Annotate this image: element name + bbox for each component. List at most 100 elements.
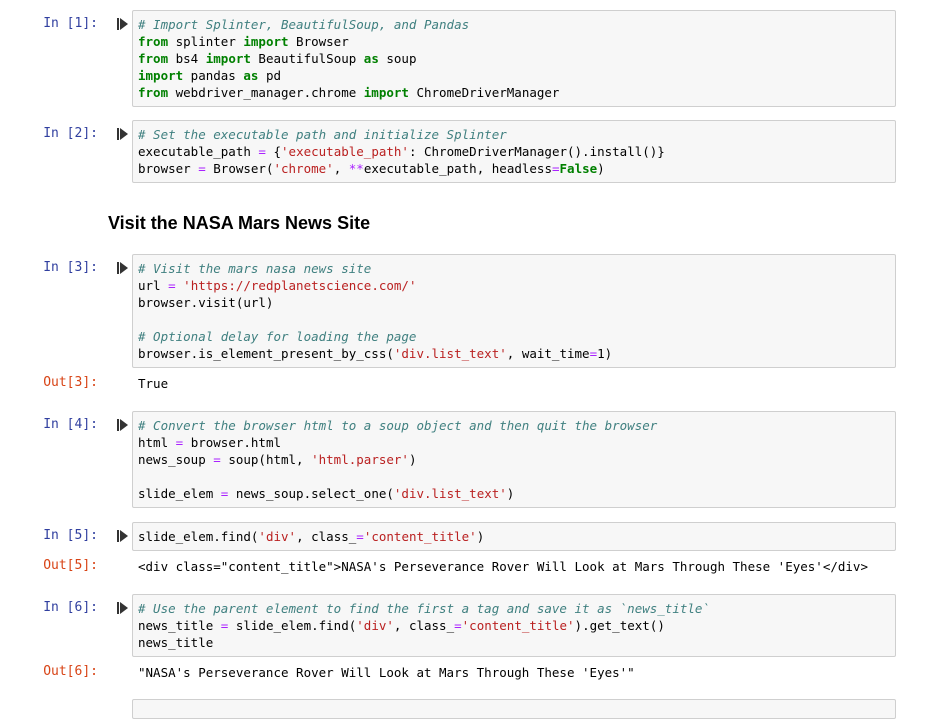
in-prompt-6: In [6]: — [43, 600, 98, 615]
output-3: True — [138, 376, 169, 391]
code-token: = — [454, 618, 462, 633]
code-token: # Convert the browser html to a soup obj… — [138, 418, 658, 433]
code-token: 'div' — [356, 618, 394, 633]
code-token: 'div' — [258, 529, 297, 544]
code-token: ).get_text() — [574, 618, 665, 633]
code-token: html — [138, 435, 176, 450]
run-cell-icon[interactable] — [117, 262, 128, 274]
code-cell-7[interactable] — [132, 699, 896, 719]
code-token: splinter — [168, 34, 244, 49]
code-token: from — [138, 34, 169, 49]
code-token: news_soup — [138, 452, 214, 467]
run-cell-icon[interactable] — [117, 530, 128, 542]
code-token: pandas — [183, 68, 244, 83]
code-token: 'chrome' — [273, 161, 334, 176]
run-cell-icon[interactable] — [117, 128, 128, 140]
code-token: , class_ — [393, 618, 455, 633]
code-token: browser — [138, 161, 199, 176]
code-token: , wait_time — [506, 346, 590, 361]
run-cell-icon[interactable] — [117, 602, 128, 614]
code-token: ChromeDriverManager — [408, 85, 560, 100]
code-input-2[interactable]: # Set the executable path and initialize… — [138, 126, 665, 177]
code-line: from webdriver_manager.chrome import Chr… — [138, 84, 559, 101]
code-token: = — [198, 161, 206, 176]
code-line: # Set the executable path and initialize… — [138, 126, 665, 143]
code-token: as — [363, 51, 379, 66]
code-token: executable_path, headless — [363, 161, 552, 176]
code-token: slide_elem.find( — [228, 618, 357, 633]
code-token: import — [243, 34, 289, 49]
code-line: url = 'https://redplanetscience.com/' — [138, 277, 612, 294]
code-input-1[interactable]: # Import Splinter, BeautifulSoup, and Pa… — [138, 16, 559, 101]
code-token: import — [363, 85, 409, 100]
run-cell-icon[interactable] — [117, 419, 128, 431]
code-token: webdriver_manager.chrome — [168, 85, 364, 100]
code-token: news_soup.select_one( — [228, 486, 394, 501]
code-token: 'executable_path' — [281, 144, 409, 159]
code-token: 1) — [597, 346, 613, 361]
code-token: = — [551, 161, 560, 176]
code-line: # Import Splinter, BeautifulSoup, and Pa… — [138, 16, 559, 33]
code-token: 'html.parser' — [311, 452, 409, 467]
code-token: bs4 — [168, 51, 206, 66]
code-token: from — [138, 51, 169, 66]
code-line: # Use the parent element to find the fir… — [138, 600, 710, 617]
in-prompt-2: In [2]: — [43, 126, 98, 141]
code-token: # Use the parent element to find the fir… — [138, 601, 710, 616]
code-token: 'div.list_text' — [393, 346, 507, 361]
code-token: : ChromeDriverManager().install()} — [408, 144, 665, 159]
code-token: BeautifulSoup — [250, 51, 364, 66]
code-line: slide_elem.find('div', class_='content_t… — [138, 528, 484, 545]
code-line: browser.visit(url) — [138, 294, 612, 311]
code-line: news_title = slide_elem.find('div', clas… — [138, 617, 710, 634]
markdown-heading: Visit the NASA Mars News Site — [108, 213, 371, 233]
code-token: ) — [476, 529, 485, 544]
code-line: news_title — [138, 634, 710, 651]
out-prompt-5: Out[5]: — [43, 558, 98, 573]
code-token: Browser( — [205, 161, 274, 176]
code-line: html = browser.html — [138, 434, 657, 451]
code-token: { — [265, 144, 282, 159]
code-token: False — [559, 161, 598, 176]
code-token: # Visit the mars nasa news site — [138, 261, 372, 276]
output-5: <div class="content_title">NASA's Persev… — [138, 559, 868, 574]
code-token: browser.visit(url) — [138, 295, 274, 310]
code-input-4[interactable]: # Convert the browser html to a soup obj… — [138, 417, 657, 502]
code-token: soup — [378, 51, 417, 66]
code-token: , — [333, 161, 349, 176]
code-token: , class_ — [296, 529, 357, 544]
code-token: slide_elem.find( — [138, 529, 259, 544]
code-input-5[interactable]: slide_elem.find('div', class_='content_t… — [138, 528, 484, 545]
code-token: 'content_title' — [363, 529, 477, 544]
code-token: news_title — [138, 635, 214, 650]
code-token: browser.is_element_present_by_css( — [138, 346, 394, 361]
code-token: slide_elem — [138, 486, 221, 501]
code-token: ) — [597, 161, 605, 176]
code-token: 'content_title' — [461, 618, 575, 633]
code-token: # Import Splinter, BeautifulSoup, and Pa… — [138, 17, 470, 32]
code-token: = — [356, 529, 364, 544]
code-line: news_soup = soup(html, 'html.parser') — [138, 451, 657, 468]
code-token: ** — [348, 161, 364, 176]
code-token: import — [205, 51, 251, 66]
out-prompt-3: Out[3]: — [43, 375, 98, 390]
code-token: = — [168, 278, 176, 293]
code-token: ) — [506, 486, 515, 501]
code-token: news_title — [138, 618, 221, 633]
code-token: pd — [258, 68, 282, 83]
code-token: 'https://redplanetscience.com/' — [183, 278, 417, 293]
code-token: import — [138, 68, 184, 83]
code-line: from bs4 import BeautifulSoup as soup — [138, 50, 559, 67]
in-prompt-5: In [5]: — [43, 528, 98, 543]
run-cell-icon[interactable] — [117, 18, 128, 30]
code-token: = — [258, 144, 266, 159]
code-token: # Optional delay for loading the page — [138, 329, 417, 344]
code-input-6[interactable]: # Use the parent element to find the fir… — [138, 600, 710, 651]
code-token: = — [213, 452, 221, 467]
code-line: import pandas as pd — [138, 67, 559, 84]
code-token: 'div.list_text' — [393, 486, 507, 501]
code-input-3[interactable]: # Visit the mars nasa news site url = 'ht… — [138, 260, 612, 362]
code-token: ) — [408, 452, 417, 467]
